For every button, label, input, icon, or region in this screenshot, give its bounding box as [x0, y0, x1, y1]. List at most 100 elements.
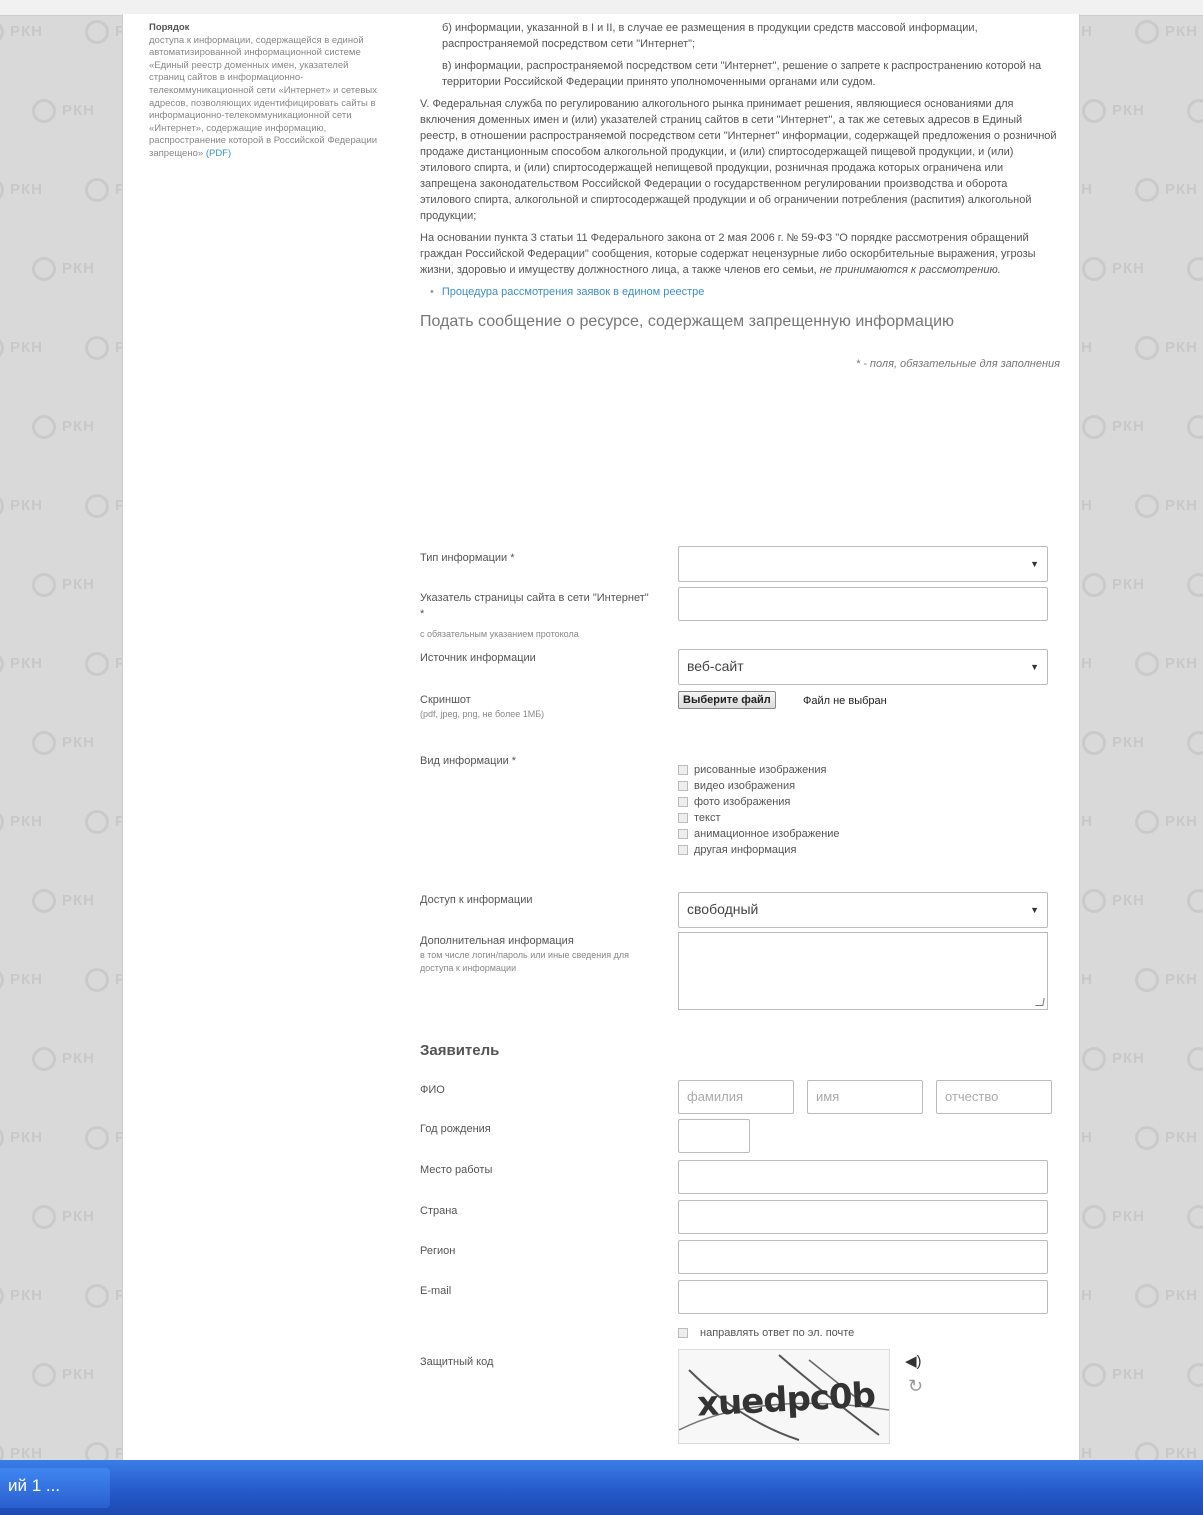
- speaker-icon[interactable]: ◀): [905, 1352, 922, 1370]
- watermark-logo: РКН: [32, 415, 95, 439]
- item-v-text: в) информации, распространяемой посредст…: [442, 60, 1042, 88]
- watermark-logo: РКН: [0, 1442, 43, 1460]
- access-value: свободный: [687, 901, 759, 917]
- watermark-logo: РКН: [32, 573, 95, 597]
- firstname-input[interactable]: имя: [807, 1080, 923, 1114]
- checkbox-icon[interactable]: [678, 781, 688, 791]
- extra-info-textarea[interactable]: [678, 932, 1048, 1010]
- extra-info-sublabel: в том числе логин/пароль или иные сведен…: [420, 950, 630, 973]
- watermark-logo: РКН: [1135, 336, 1198, 360]
- watermark-logo: РКН: [0, 652, 43, 676]
- watermark-logo: РКН: [1187, 1047, 1203, 1071]
- captcha-label: Защитный код: [420, 1356, 494, 1368]
- source-value: веб-сайт: [687, 658, 744, 674]
- resize-handle-icon[interactable]: [1035, 998, 1045, 1006]
- watermark-logo: РКН: [1187, 415, 1203, 439]
- watermark-logo: РКН: [1082, 573, 1145, 597]
- kind-checkbox-label: анимационное изображение: [694, 828, 840, 840]
- chevron-down-icon: ▼: [1030, 559, 1039, 569]
- watermark-logo: РКН: [1082, 99, 1145, 123]
- kind-checkbox[interactable]: анимационное изображение: [678, 826, 978, 842]
- kind-checkbox-label: фото изображения: [694, 796, 791, 808]
- watermark-logo: РКН: [32, 731, 95, 755]
- watermark-logo: РКН: [0, 336, 43, 360]
- checkbox-icon[interactable]: [678, 829, 688, 839]
- watermark-logo: РКН: [1187, 257, 1203, 281]
- checkbox-icon[interactable]: [678, 845, 688, 855]
- checkbox-icon[interactable]: [678, 797, 688, 807]
- watermark-logo: РКН: [32, 99, 95, 123]
- checkbox-icon[interactable]: [678, 1328, 688, 1338]
- watermark-logo: РКН: [1187, 731, 1203, 755]
- watermark-logo: РКН: [1082, 415, 1145, 439]
- watermark-logo: РКН: [1135, 810, 1198, 834]
- country-input[interactable]: [678, 1200, 1048, 1234]
- watermark-logo: РКН: [0, 494, 43, 518]
- watermark-logo: РКН: [32, 257, 95, 281]
- watermark-logo: РКН: [1135, 494, 1198, 518]
- watermark-logo: РКН: [1082, 731, 1145, 755]
- paragraph-law: На основании пункта 3 статьи 11 Федераль…: [420, 230, 1060, 278]
- source-select[interactable]: веб-сайт ▼: [678, 649, 1048, 685]
- fio-label: ФИО: [420, 1084, 445, 1096]
- watermark-logo: РКН: [0, 1284, 43, 1308]
- url-label: Указатель страницы сайта в сети "Интерне…: [420, 592, 649, 620]
- watermark-logo: РКН: [0, 20, 43, 44]
- paragraph-v: V. Федеральная служба по регулированию а…: [420, 98, 1057, 222]
- kind-checkbox[interactable]: другая информация: [678, 842, 978, 858]
- watermark-logo: РКН: [1187, 99, 1203, 123]
- sidebar-pdf-link[interactable]: (PDF): [206, 148, 231, 159]
- email-reply-label: направлять ответ по эл. почте: [700, 1327, 855, 1339]
- watermark-logo: РКН: [1135, 1126, 1198, 1150]
- kind-checkbox-label: рисованные изображения: [694, 764, 827, 776]
- watermark-logo: РКН: [1187, 1363, 1203, 1387]
- watermark-logo: РКН: [1082, 1047, 1145, 1071]
- taskbar: ий 1 ...: [0, 1460, 1203, 1515]
- extra-info-label: Дополнительная информация: [420, 935, 574, 947]
- watermark-logo: РКН: [1082, 1363, 1145, 1387]
- watermark-logo: РКН: [32, 1205, 95, 1229]
- source-label: Источник информации: [420, 652, 536, 664]
- watermark-logo: РКН: [1135, 652, 1198, 676]
- watermark-logo: РКН: [1187, 573, 1203, 597]
- watermark-logo: РКН: [32, 1047, 95, 1071]
- watermark-logo: РКН: [0, 1126, 43, 1150]
- refresh-icon[interactable]: ↻: [908, 1376, 923, 1397]
- checkbox-icon[interactable]: [678, 765, 688, 775]
- region-label: Регион: [420, 1245, 456, 1257]
- kind-checkbox[interactable]: текст: [678, 810, 978, 826]
- watermark-logo: РКН: [1082, 889, 1145, 913]
- screenshot-label: Скриншот: [420, 694, 471, 706]
- watermark-logo: РКН: [1187, 1205, 1203, 1229]
- kind-checkbox[interactable]: рисованные изображения: [678, 762, 978, 778]
- watermark-logo: РКН: [1082, 1205, 1145, 1229]
- watermark-logo: РКН: [1135, 1284, 1198, 1308]
- kind-checkbox-label: другая информация: [694, 844, 797, 856]
- form-heading: Подать сообщение о ресурсе, содержащем з…: [420, 313, 955, 330]
- procedure-link[interactable]: Процедура рассмотрения заявок в едином р…: [430, 284, 1060, 300]
- info-type-select[interactable]: ▼: [678, 546, 1048, 582]
- access-select[interactable]: свободный ▼: [678, 892, 1048, 928]
- access-label: Доступ к информации: [420, 894, 533, 906]
- choose-file-button[interactable]: Выберите файл: [678, 691, 776, 709]
- paragraph-law-emphasis: не принимаются к рассмотрению.: [819, 264, 1001, 276]
- watermark-logo: РКН: [0, 810, 43, 834]
- region-input[interactable]: [678, 1240, 1048, 1274]
- email-input[interactable]: [678, 1280, 1048, 1314]
- sidebar-document: Порядок доступа к информации, содержащей…: [149, 22, 379, 161]
- taskbar-window-button[interactable]: ий 1 ...: [0, 1468, 110, 1508]
- watermark-logo: РКН: [32, 889, 95, 913]
- checkbox-icon[interactable]: [678, 813, 688, 823]
- chevron-down-icon: ▼: [1030, 905, 1039, 915]
- lastname-input[interactable]: фамилия: [678, 1080, 794, 1114]
- url-input[interactable]: [678, 587, 1048, 621]
- kind-checkbox[interactable]: видео изображения: [678, 778, 978, 794]
- country-label: Страна: [420, 1205, 458, 1217]
- workplace-input[interactable]: [678, 1160, 1048, 1194]
- birth-year-input[interactable]: [678, 1119, 750, 1153]
- kind-checkbox[interactable]: фото изображения: [678, 794, 978, 810]
- required-note: * - поля, обязательные для заполнения: [855, 358, 1060, 370]
- middlename-input[interactable]: отчество: [936, 1080, 1052, 1114]
- watermark-logo: РКН: [1082, 257, 1145, 281]
- email-reply-checkbox[interactable]: направлять ответ по эл. почте: [678, 1325, 854, 1341]
